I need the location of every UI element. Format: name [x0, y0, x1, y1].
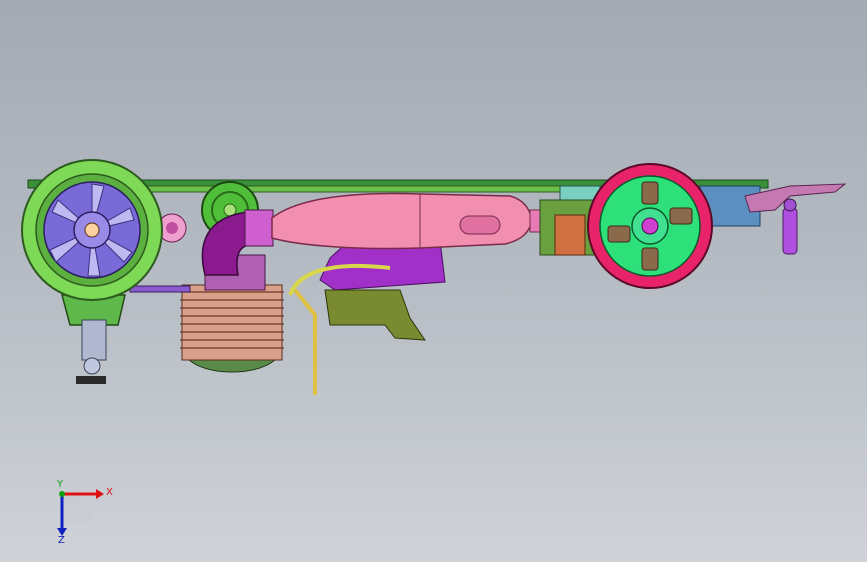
front-suspension[interactable] [61, 294, 126, 384]
z-axis-label: Z [58, 535, 65, 546]
x-axis-label: X [106, 487, 113, 498]
y-axis-point [59, 491, 65, 497]
front-wheel[interactable] [21, 159, 163, 301]
x-axis-arrow [96, 489, 104, 499]
fuel-tank[interactable] [319, 239, 446, 341]
cad-graphics-viewport[interactable]: X Y Z [0, 0, 867, 562]
y-axis-label: Y [57, 479, 64, 490]
rc-car-chassis-model[interactable] [0, 0, 867, 562]
rear-wheel[interactable] [587, 163, 713, 289]
exhaust-pipe[interactable] [271, 192, 549, 250]
coordinate-triad: X Y Z [40, 478, 120, 548]
